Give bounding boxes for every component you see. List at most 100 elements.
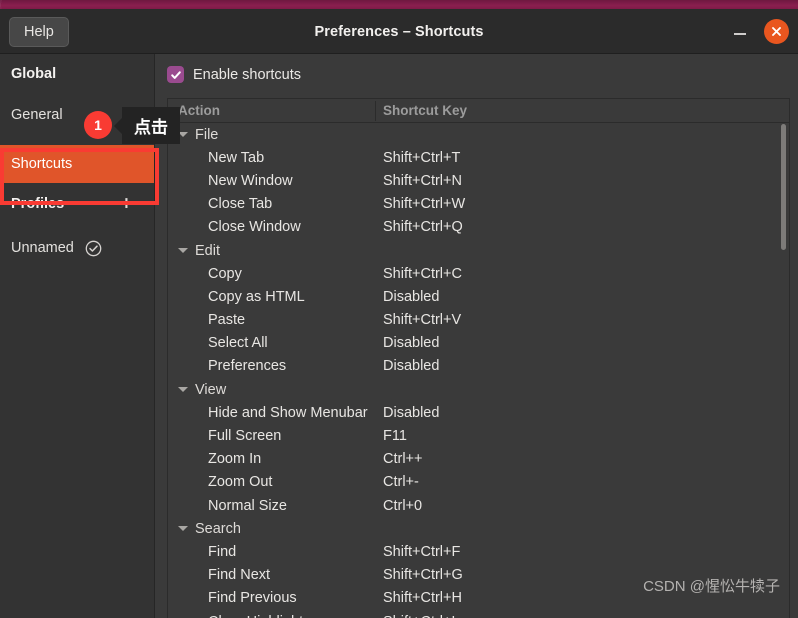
table-cell-action: Zoom In: [208, 451, 262, 468]
table-cell-shortcut-key[interactable]: F11: [383, 428, 407, 444]
table-row[interactable]: Preferences Disabled: [168, 355, 789, 378]
annotation-tooltip-label: 点击: [134, 118, 168, 137]
minimize-button[interactable]: [730, 23, 750, 41]
annotation-step-number: 1: [94, 117, 102, 133]
table-cell-shortcut-key[interactable]: Shift+Ctrl+F: [383, 544, 460, 560]
table-cell-action: Find Previous: [208, 590, 297, 607]
enable-shortcuts-row[interactable]: Enable shortcuts: [155, 54, 798, 83]
table-cell-shortcut-key[interactable]: Ctrl++: [383, 451, 423, 467]
table-cell-action: Close Tab: [208, 196, 273, 213]
table-row[interactable]: Find Shift+Ctrl+F: [168, 540, 789, 563]
window-titlebar: Help Preferences – Shortcuts: [0, 9, 798, 54]
table-row[interactable]: Find Previous Shift+Ctrl+H: [168, 587, 789, 610]
table-row[interactable]: Zoom In Ctrl++: [168, 448, 789, 471]
table-row[interactable]: Normal Size Ctrl+0: [168, 494, 789, 517]
table-row[interactable]: Copy as HTML Disabled: [168, 285, 789, 308]
table-cell-action: Hide and Show Menubar: [208, 404, 368, 421]
window-body: Global General Shortcuts Profiles + Unna…: [0, 54, 798, 618]
table-cell-shortcut-key[interactable]: Disabled: [383, 358, 439, 374]
table-cell-action: New Tab: [208, 149, 265, 166]
sidebar-item-shortcuts[interactable]: Shortcuts: [0, 145, 154, 183]
screenshot-root: Help Preferences – Shortcuts Global Gene…: [0, 0, 798, 618]
table-cell-shortcut-key[interactable]: Ctrl+-: [383, 474, 419, 490]
table-cell-shortcut-key[interactable]: Shift+Ctrl+N: [383, 173, 462, 189]
table-row[interactable]: Full Screen F11: [168, 424, 789, 447]
annotation-step-badge: 1: [84, 111, 112, 139]
table-row[interactable]: Select All Disabled: [168, 332, 789, 355]
table-row[interactable]: New Tab Shift+Ctrl+T: [168, 146, 789, 169]
table-cell-action: Select All: [208, 335, 268, 352]
column-divider: [375, 101, 376, 121]
plus-icon[interactable]: +: [121, 195, 132, 214]
table-row[interactable]: Clear Highlight Shift+Ctrl+L: [168, 610, 789, 618]
sidebar-heading-profiles: Profiles +: [0, 189, 154, 219]
table-cell-shortcut-key[interactable]: Shift+Ctrl+C: [383, 266, 462, 282]
table-group-label: Edit: [195, 242, 220, 259]
table-cell-shortcut-key[interactable]: Ctrl+0: [383, 498, 422, 514]
sidebar-profile-unnamed-label: Unnamed: [11, 240, 74, 256]
table-cell-action: Clear Highlight: [208, 614, 303, 618]
table-group-label: View: [195, 381, 227, 398]
table-cell-action: Find: [208, 543, 237, 560]
sidebar-item-general-label: General: [11, 107, 63, 123]
scrollbar-thumb[interactable]: [781, 124, 786, 250]
table-group-label: File: [195, 126, 219, 143]
minimize-icon: [734, 33, 746, 35]
table-cell-action: Preferences: [208, 358, 287, 375]
table-cell-shortcut-key[interactable]: Shift+Ctrl+T: [383, 150, 460, 166]
table-cell-action: Copy as HTML: [208, 288, 305, 305]
annotation-tooltip: 点击: [122, 107, 180, 144]
close-button[interactable]: [764, 19, 789, 44]
table-header: Action Shortcut Key: [168, 99, 789, 123]
shortcuts-table: Action Shortcut Key File New Tab Shift+Ctr…: [167, 98, 790, 618]
table-cell-shortcut-key[interactable]: Shift+Ctrl+Q: [383, 219, 463, 235]
check-circle-icon[interactable]: [85, 240, 102, 257]
table-group-search[interactable]: Search: [168, 517, 789, 540]
help-button-label: Help: [24, 24, 54, 40]
help-button[interactable]: Help: [9, 17, 69, 47]
table-cell-action: New Window: [208, 172, 293, 189]
enable-shortcuts-checkbox[interactable]: [167, 66, 184, 83]
table-cell-shortcut-key[interactable]: Disabled: [383, 335, 439, 351]
table-row[interactable]: Zoom Out Ctrl+-: [168, 471, 789, 494]
table-row[interactable]: Close Tab Shift+Ctrl+W: [168, 193, 789, 216]
table-cell-action: Full Screen: [208, 428, 282, 445]
shortcuts-panel: Enable shortcuts Action Shortcut Key Fil…: [155, 54, 798, 618]
table-cell-shortcut-key[interactable]: Shift+Ctrl+L: [383, 614, 460, 618]
table-cell-shortcut-key[interactable]: Shift+Ctrl+G: [383, 567, 463, 583]
sidebar-item-shortcuts-label: Shortcuts: [11, 156, 73, 172]
table-group-label: Search: [195, 520, 241, 537]
table-row[interactable]: New Window Shift+Ctrl+N: [168, 169, 789, 192]
column-header-shortcut-key[interactable]: Shortcut Key: [383, 99, 467, 122]
table-cell-action: Paste: [208, 312, 246, 329]
table-row[interactable]: Copy Shift+Ctrl+C: [168, 262, 789, 285]
table-body: File New Tab Shift+Ctrl+T New Window Shift+C…: [168, 123, 789, 618]
table-cell-shortcut-key[interactable]: Shift+Ctrl+H: [383, 590, 462, 606]
checkmark-icon: [170, 70, 181, 79]
table-group-edit[interactable]: Edit: [168, 239, 789, 262]
chevron-down-icon: [178, 248, 188, 254]
table-cell-shortcut-key[interactable]: Shift+Ctrl+W: [383, 196, 465, 212]
table-scrollbar[interactable]: [779, 124, 788, 618]
column-header-action[interactable]: Action: [178, 99, 220, 122]
table-row[interactable]: Paste Shift+Ctrl+V: [168, 309, 789, 332]
chevron-down-icon: [178, 387, 188, 393]
sidebar-heading-profiles-label: Profiles: [11, 196, 65, 212]
table-group-view[interactable]: View: [168, 378, 789, 401]
table-group-file[interactable]: File: [168, 123, 789, 146]
table-cell-shortcut-key[interactable]: Shift+Ctrl+V: [383, 312, 461, 328]
table-row[interactable]: Close Window Shift+Ctrl+Q: [168, 216, 789, 239]
table-row[interactable]: Hide and Show Menubar Disabled: [168, 401, 789, 424]
table-cell-shortcut-key[interactable]: Disabled: [383, 405, 439, 421]
sidebar-profile-unnamed[interactable]: Unnamed: [0, 231, 154, 265]
sidebar-heading-global: Global: [11, 66, 57, 82]
table-cell-action: Normal Size: [208, 497, 287, 514]
table-cell-action: Close Window: [208, 219, 301, 236]
table-row[interactable]: Find Next Shift+Ctrl+G: [168, 564, 789, 587]
preferences-window: Help Preferences – Shortcuts Global Gene…: [0, 9, 798, 618]
close-icon: [772, 27, 781, 36]
table-cell-shortcut-key[interactable]: Disabled: [383, 289, 439, 305]
chevron-down-icon: [178, 526, 188, 532]
table-cell-action: Find Next: [208, 567, 271, 584]
window-title: Preferences – Shortcuts: [314, 23, 484, 40]
